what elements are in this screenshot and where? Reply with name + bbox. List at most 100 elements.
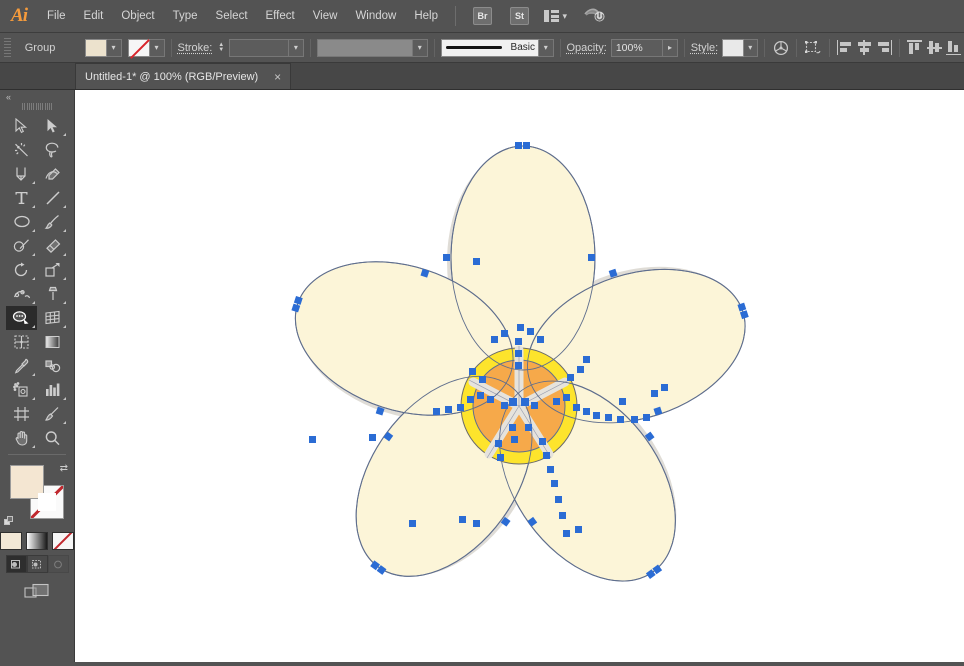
draw-normal-button[interactable] — [6, 555, 27, 573]
distribute-top-icon[interactable] — [906, 38, 925, 58]
zoom-tool[interactable] — [37, 426, 68, 450]
stroke-dropdown-chevron-icon[interactable]: ▾ — [150, 39, 165, 57]
transform-icon[interactable] — [803, 38, 822, 58]
draw-inside-button[interactable] — [48, 555, 69, 573]
bridge-button[interactable]: Br — [473, 7, 492, 25]
arrange-documents-icon — [544, 10, 559, 22]
swap-fill-stroke-icon[interactable]: ⇄ — [60, 463, 68, 474]
direct-selection-tool[interactable] — [37, 114, 68, 138]
eyedropper-tool[interactable] — [6, 354, 37, 378]
graphic-style-swatch[interactable] — [722, 39, 743, 57]
tool-flyout-indicator — [32, 205, 35, 208]
menu-item-file[interactable]: File — [38, 0, 75, 33]
tool-flyout-indicator — [32, 445, 35, 448]
variable-width-chevron-icon[interactable]: ▾ — [413, 39, 428, 57]
slice-tool[interactable] — [37, 402, 68, 426]
stroke-weight-label: Stroke: — [177, 42, 212, 54]
menu-item-select[interactable]: Select — [207, 0, 257, 33]
distribute-center-vertical-icon[interactable] — [926, 38, 945, 58]
shaper-pencil-tool[interactable] — [6, 234, 37, 258]
rotate-tool[interactable] — [6, 258, 37, 282]
default-fill-stroke-icon[interactable] — [4, 516, 15, 527]
control-divider-7 — [796, 39, 797, 57]
document-tab-label: Untitled-1* @ 100% (RGB/Preview) — [85, 71, 258, 83]
menu-item-view[interactable]: View — [304, 0, 347, 33]
control-divider-2 — [310, 39, 311, 57]
menu-item-edit[interactable]: Edit — [75, 0, 113, 33]
fill-stroke-control: ⇄ — [8, 465, 66, 525]
lasso-tool[interactable] — [37, 138, 68, 162]
app-logo-icon: Ai — [0, 0, 38, 33]
recolor-artwork-icon[interactable] — [771, 38, 790, 58]
align-center-horizontal-icon[interactable] — [855, 38, 874, 58]
width-warp-tool[interactable] — [6, 282, 37, 306]
tool-flyout-indicator — [63, 133, 66, 136]
control-divider-5 — [684, 39, 685, 57]
gradient-tool[interactable] — [37, 330, 68, 354]
document-tab-untitled-1[interactable]: Untitled-1* @ 100% (RGB/Preview) × — [75, 63, 291, 89]
selection-tool[interactable] — [6, 114, 37, 138]
hand-tool[interactable] — [6, 426, 37, 450]
stock-search-icon[interactable] — [583, 5, 607, 28]
column-graph-tool[interactable] — [37, 378, 68, 402]
ellipse-tool[interactable] — [6, 210, 37, 234]
tool-flyout-indicator — [63, 325, 66, 328]
menu-item-help[interactable]: Help — [405, 0, 447, 33]
menu-item-object[interactable]: Object — [112, 0, 163, 33]
type-tool[interactable] — [6, 186, 37, 210]
tool-flyout-indicator — [32, 277, 35, 280]
pen-tool[interactable] — [6, 162, 37, 186]
fill-dropdown-chevron-icon[interactable]: ▾ — [107, 39, 122, 57]
mesh-tool[interactable] — [6, 330, 37, 354]
stroke-weight-chevron-icon[interactable]: ▾ — [289, 39, 304, 57]
stroke-color-swatch[interactable] — [128, 39, 150, 57]
fill-control[interactable]: ▾ — [85, 39, 122, 57]
style-label: Style: — [691, 42, 719, 54]
collapse-panel-button[interactable]: « — [0, 90, 74, 103]
color-button[interactable] — [0, 532, 22, 550]
stock-button[interactable]: St — [510, 7, 529, 25]
tool-flyout-indicator — [63, 229, 66, 232]
brush-definition-field[interactable]: Basic — [441, 39, 540, 57]
shape-builder-tool[interactable] — [6, 306, 37, 330]
brush-definition-chevron-icon[interactable]: ▾ — [539, 39, 554, 57]
tools-panel-grip[interactable] — [22, 103, 52, 111]
blend-tool[interactable] — [37, 354, 68, 378]
perspective-grid-tool[interactable] — [37, 306, 68, 330]
symbol-sprayer-tool[interactable] — [6, 378, 37, 402]
change-screen-mode-button[interactable] — [22, 581, 52, 601]
style-chevron-icon[interactable]: ▾ — [744, 39, 759, 57]
stroke-weight-stepper[interactable]: ▲▼ — [216, 43, 226, 53]
menu-item-effect[interactable]: Effect — [257, 0, 304, 33]
artboard-tool[interactable] — [6, 402, 37, 426]
distribute-bottom-icon[interactable] — [945, 38, 964, 58]
variable-width-profile-field[interactable] — [317, 39, 413, 57]
tools-panel: « — [0, 90, 75, 662]
arrange-documents-button[interactable]: ▾ — [544, 10, 567, 22]
artboard-canvas[interactable] — [75, 90, 964, 662]
document-tab-bar: Untitled-1* @ 100% (RGB/Preview) × — [0, 63, 964, 90]
free-transform-tool[interactable] — [37, 282, 68, 306]
close-icon[interactable]: × — [274, 71, 281, 83]
stroke-color-control[interactable]: ▾ — [128, 39, 165, 57]
tool-flyout-indicator — [63, 277, 66, 280]
line-segment-tool[interactable] — [37, 186, 68, 210]
paintbrush-tool[interactable] — [37, 210, 68, 234]
fill-swatch[interactable] — [85, 39, 107, 57]
stroke-weight-input[interactable] — [229, 39, 289, 57]
control-bar-grip[interactable] — [4, 37, 11, 59]
align-right-icon[interactable] — [874, 38, 893, 58]
opacity-chevron-icon[interactable]: ▸ — [663, 39, 678, 57]
none-button[interactable] — [52, 532, 74, 550]
gradient-button[interactable] — [26, 532, 48, 550]
align-left-icon[interactable] — [835, 38, 854, 58]
draw-behind-button[interactable] — [27, 555, 48, 573]
eraser-tool[interactable] — [37, 234, 68, 258]
scale-tool[interactable] — [37, 258, 68, 282]
magic-wand-tool[interactable] — [6, 138, 37, 162]
menu-item-type[interactable]: Type — [164, 0, 207, 33]
curvature-tool[interactable] — [37, 162, 68, 186]
flower-artwork[interactable] — [75, 90, 964, 662]
menu-item-window[interactable]: Window — [346, 0, 405, 33]
opacity-input[interactable]: 100% — [611, 39, 663, 57]
